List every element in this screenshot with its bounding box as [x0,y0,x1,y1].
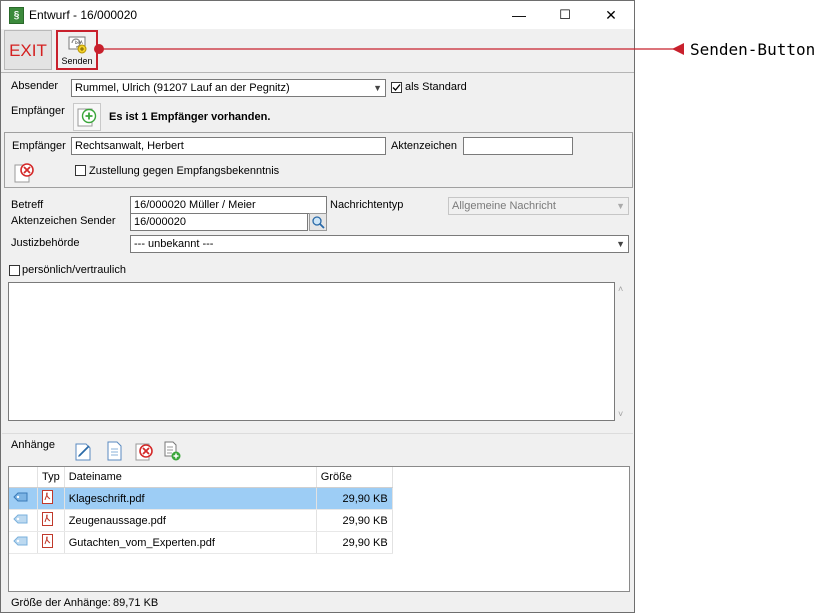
annotation-label: Senden-Button [690,40,816,59]
scroll-down-icon[interactable]: ˅ [618,409,623,419]
edit-attachment-icon [75,443,91,461]
authority-label: Justizbehörde [11,237,80,249]
attachment-size: 29,90 KB [316,487,393,510]
pdf-icon [37,487,65,510]
chevron-down-icon: ▼ [616,201,625,211]
default-sender-checkbox[interactable] [391,82,402,93]
divider [2,433,633,434]
title-bar: § Entwurf - 16/000020 — ☐ ✕ [1,1,634,29]
column-header-status [9,467,38,488]
exit-button[interactable]: EXIT [4,30,52,70]
reference-field[interactable] [463,137,573,155]
subject-label: Betreff [11,199,44,211]
annotation-arrow-icon [672,43,684,55]
minimize-button[interactable]: — [496,1,542,29]
table-row[interactable]: Klageschrift.pdf 29,90 KB [9,487,393,510]
document-icon [107,441,122,461]
message-body-textarea[interactable] [8,282,615,421]
add-icon [77,108,97,127]
chevron-down-icon: ▼ [373,83,382,93]
message-type-value: Allgemeine Nachricht [452,200,556,212]
message-type-select[interactable]: Allgemeine Nachricht ▼ [448,197,629,215]
sender-reference-field[interactable]: 16/000020 [130,213,308,231]
delivery-receipt-label: Zustellung gegen Empfangsbekenntnis [89,165,280,177]
edit-attachment-button[interactable] [73,440,95,462]
recipient-name-field[interactable]: Rechtsanwalt, Herbert [71,137,386,155]
close-button[interactable]: ✕ [588,1,634,29]
sender-reference-label: Aktenzeichen Sender [11,215,116,227]
table-row[interactable]: Zeugenaussage.pdf 29,90 KB [9,509,393,532]
sender-label: Absender [11,80,59,92]
remove-icon [14,163,34,183]
attachment-tag-icon [9,487,38,510]
pdf-icon [37,509,65,532]
send-icon: beA [68,36,87,54]
attachments-total-label: Größe der Anhänge: [11,597,111,609]
svg-text:beA: beA [75,40,83,45]
message-type-label: Nachrichtentyp [330,199,404,211]
authority-select[interactable]: --- unbekannt --- ▼ [130,235,629,253]
attachments-label: Anhänge [11,439,56,451]
attachment-tag-icon [9,509,38,532]
subject-field[interactable]: 16/000020 Müller / Meier [130,196,327,214]
delivery-receipt-checkbox[interactable] [75,165,86,176]
attachment-name: Klageschrift.pdf [64,487,317,510]
add-document-icon [164,441,181,461]
remove-recipient-button[interactable] [13,160,37,184]
attachment-name: Gutachten_vom_Experten.pdf [64,531,317,554]
reference-label: Aktenzeichen [391,140,458,152]
add-recipient-button[interactable] [73,103,101,131]
attachments-total-value: 89,71 KB [113,597,159,609]
sender-select[interactable]: Rummel, Ulrich (91207 Lauf an der Pegnit… [71,79,386,97]
search-icon [312,216,325,229]
draft-window: § Entwurf - 16/000020 — ☐ ✕ EXIT beA Sen… [0,0,635,613]
sender-select-value: Rummel, Ulrich (91207 Lauf an der Pegnit… [75,82,290,94]
recipients-label: Empfänger [11,105,65,117]
checkmark-icon [392,84,401,91]
recipient-count-text: Es ist 1 Empfänger vorhanden. [109,111,271,123]
view-attachment-button[interactable] [105,440,125,462]
attachment-size: 29,90 KB [316,509,393,532]
attachments-table: Typ Dateiname Größe Klageschrift.pdf 29,… [9,467,393,554]
scroll-up-icon[interactable]: ˄ [618,284,623,294]
recipient-name-label: Empfänger [12,140,66,152]
window-title: Entwurf - 16/000020 [29,8,138,22]
default-sender-label: als Standard [405,81,467,93]
remove-attachment-button[interactable] [134,440,156,462]
column-header-size[interactable]: Größe [316,467,393,488]
attachment-name: Zeugenaussage.pdf [64,509,317,532]
pdf-icon [37,531,65,554]
app-icon: § [9,7,24,24]
message-body-scrollbar[interactable]: ˄ ˅ [615,282,630,421]
search-reference-button[interactable] [309,213,327,231]
authority-value: --- unbekannt --- [134,238,214,250]
annotation-callout [94,43,684,55]
remove-icon [135,443,153,461]
attachment-size: 29,90 KB [316,531,393,554]
confidential-checkbox[interactable] [9,265,20,276]
table-row[interactable]: Gutachten_vom_Experten.pdf 29,90 KB [9,531,393,554]
maximize-button[interactable]: ☐ [542,1,588,29]
attachment-tag-icon [9,531,38,554]
column-header-name[interactable]: Dateiname [64,467,317,488]
add-attachment-button[interactable] [163,440,183,462]
column-header-type[interactable]: Typ [37,467,65,488]
chevron-down-icon: ▼ [616,239,625,249]
table-header-row: Typ Dateiname Größe [9,467,393,488]
confidential-label: persönlich/vertraulich [22,264,126,276]
